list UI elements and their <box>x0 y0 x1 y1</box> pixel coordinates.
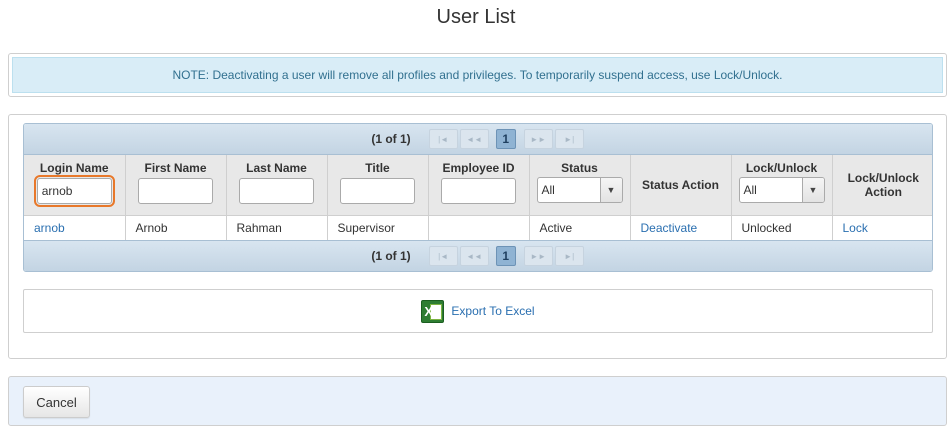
pager-top: (1 of 1) |◄ ◄◄ 1 ►► ►| <box>24 124 932 155</box>
title-filter[interactable] <box>340 178 415 204</box>
user-grid: (1 of 1) |◄ ◄◄ 1 ►► ►| Login Name arnob … <box>23 123 933 272</box>
status-cell: Active <box>529 215 631 240</box>
column-label: Last Name <box>246 161 307 175</box>
notice-panel: NOTE: Deactivating a user will remove al… <box>8 53 947 97</box>
export-to-excel-link[interactable]: Export To Excel <box>451 304 534 318</box>
chevron-down-icon[interactable]: ▼ <box>599 178 622 202</box>
first-name-filter[interactable] <box>138 178 213 204</box>
login-name-filter[interactable] <box>33 175 115 207</box>
status-filter-value: All <box>541 183 555 197</box>
employee-id-cell <box>428 215 530 240</box>
last-page-icon[interactable]: ►| <box>554 246 584 266</box>
column-label: Lock/Unlock Action <box>847 170 919 199</box>
deactivate-link[interactable]: Deactivate <box>641 221 698 235</box>
column-first-name: First Name <box>124 155 227 216</box>
lock-filter-value: All <box>743 183 757 197</box>
prev-page-icon[interactable]: ◄◄ <box>459 129 489 149</box>
lock-state-cell: Unlocked <box>731 215 833 240</box>
status-filter-select[interactable]: All ▼ <box>536 177 623 203</box>
column-label: Employee ID <box>442 161 515 175</box>
chevron-down-icon[interactable]: ▼ <box>801 178 824 202</box>
last-name-filter[interactable] <box>239 178 314 204</box>
last-page-icon[interactable]: ►| <box>554 129 584 149</box>
login-name-link[interactable]: arnob <box>34 221 65 235</box>
title-cell: Supervisor <box>327 215 429 240</box>
page-count: (1 of 1) <box>371 132 411 146</box>
lock-filter-select[interactable]: All ▼ <box>738 177 825 203</box>
export-bar: X Export To Excel <box>23 289 933 333</box>
footer-bar: Cancel <box>8 376 947 426</box>
column-status: Status All ▼ <box>528 155 631 216</box>
page-title: User List <box>436 6 516 28</box>
column-status-action: Status Action <box>629 155 732 216</box>
pager-bottom: (1 of 1) |◄ ◄◄ 1 ►► ►| <box>24 240 932 271</box>
column-label: Title <box>365 161 390 175</box>
next-page-icon[interactable]: ►► <box>523 129 553 149</box>
column-lock-unlock-action: Lock/Unlock Action <box>831 155 932 216</box>
prev-page-icon[interactable]: ◄◄ <box>459 246 489 266</box>
header-row: Login Name First Name Last Name Title <box>24 155 932 216</box>
excel-icon[interactable]: X <box>421 299 445 323</box>
column-employee-id: Employee ID <box>427 155 530 216</box>
column-label: Lock/Unlock <box>745 161 818 175</box>
column-lock-unlock: Lock/Unlock All ▼ <box>730 155 833 216</box>
user-list-panel: (1 of 1) |◄ ◄◄ 1 ►► ►| Login Name arnob … <box>8 114 947 359</box>
column-login-name: Login Name <box>24 155 126 216</box>
column-title: Title <box>326 155 429 216</box>
first-page-icon[interactable]: |◄ <box>428 246 458 266</box>
table-row: arnob Arnob Rahman Supervisor Active Dea… <box>24 215 932 240</box>
page-count: (1 of 1) <box>371 249 411 263</box>
notice-text: NOTE: Deactivating a user will remove al… <box>12 57 943 93</box>
first-name-cell: Arnob <box>125 215 227 240</box>
page-button-1[interactable]: 1 <box>495 246 516 266</box>
last-name-cell: Rahman <box>226 215 328 240</box>
first-page-icon[interactable]: |◄ <box>428 129 458 149</box>
column-label: Status Action <box>642 177 719 192</box>
column-last-name: Last Name <box>225 155 328 216</box>
column-label: Status <box>561 161 598 175</box>
lock-link[interactable]: Lock <box>843 221 868 235</box>
user-table: Login Name First Name Last Name Title <box>24 155 932 240</box>
column-label: First Name <box>144 161 207 175</box>
next-page-icon[interactable]: ►► <box>523 246 553 266</box>
column-label: Login Name <box>39 161 109 175</box>
cancel-button[interactable]: Cancel <box>23 386 90 418</box>
page-button-1[interactable]: 1 <box>495 129 516 149</box>
employee-id-filter[interactable] <box>441 178 516 204</box>
